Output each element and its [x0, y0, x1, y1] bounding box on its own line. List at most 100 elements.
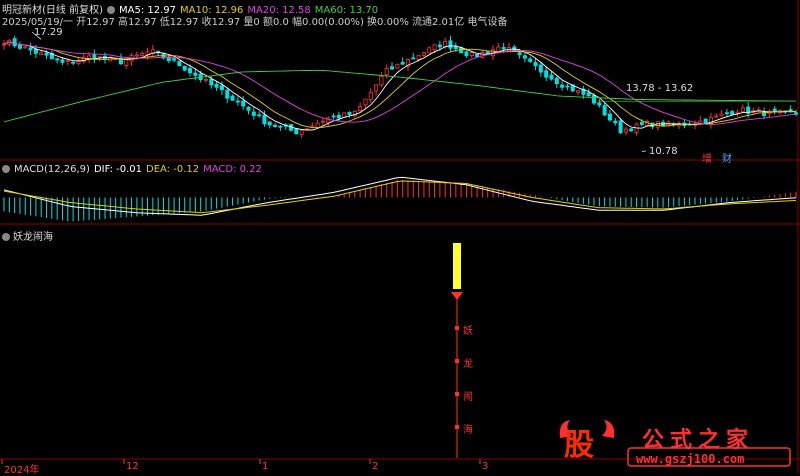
- macd-lines: [4, 177, 796, 215]
- stock-chart: [0, 0, 800, 473]
- candle-up: [146, 52, 149, 55]
- candle-down: [518, 53, 521, 55]
- dif-line: [4, 177, 796, 215]
- candle-up: [321, 121, 324, 122]
- ma60-line: [4, 70, 796, 122]
- candle-up: [741, 108, 744, 111]
- candle-down: [449, 41, 452, 48]
- macd-settings-icon[interactable]: [2, 165, 10, 173]
- x-label-2024: 2024年: [4, 461, 39, 476]
- candle-up: [40, 53, 43, 55]
- candle-down: [539, 65, 542, 72]
- candle-down: [587, 93, 590, 96]
- macd-dif: DIF: -0.01: [94, 164, 142, 175]
- x-label-3: 3: [482, 461, 488, 472]
- candle-up: [715, 116, 718, 117]
- x-label-2: 2: [372, 461, 378, 472]
- candle-up: [300, 131, 303, 135]
- candle-up: [624, 129, 627, 132]
- macd-histogram: [4, 180, 796, 222]
- macd-dea: DEA: -0.12: [146, 164, 199, 175]
- candle-down: [242, 101, 245, 106]
- yaolong-signal: [451, 243, 463, 458]
- candle-down: [412, 58, 415, 59]
- candle-up: [428, 48, 431, 53]
- candle-down: [56, 59, 59, 60]
- candle-down: [34, 50, 37, 54]
- candle-down: [29, 48, 32, 50]
- candle-down: [725, 113, 728, 114]
- candle-down: [401, 62, 404, 64]
- candle-up: [135, 55, 138, 56]
- candle-down: [236, 101, 239, 102]
- candle-up: [470, 53, 473, 56]
- candle-down: [332, 116, 335, 117]
- signal-dot: [455, 392, 459, 396]
- candle-down: [773, 109, 776, 111]
- candle-up: [2, 44, 5, 45]
- candle-down: [61, 60, 64, 63]
- candle-up: [417, 56, 420, 60]
- candle-down: [640, 122, 643, 124]
- candle-up: [311, 126, 314, 127]
- candle-down: [731, 112, 734, 115]
- candle-down: [529, 59, 532, 62]
- candle-down: [194, 73, 197, 75]
- watermark-gu: 股: [564, 420, 594, 464]
- candle-up: [141, 53, 144, 55]
- candle-up: [369, 92, 372, 99]
- macd-macd: MACD: 0.22: [203, 164, 262, 175]
- candle-down: [167, 57, 170, 60]
- candle-down: [172, 59, 175, 61]
- tag-zeng[interactable]: 增: [702, 150, 712, 165]
- candle-down: [268, 122, 271, 125]
- macd-name: MACD(12,26,9): [14, 164, 90, 175]
- candle-down: [183, 66, 186, 70]
- candle-up: [125, 60, 128, 66]
- candle-up: [380, 76, 383, 85]
- candle-down: [704, 119, 707, 123]
- candle-down: [72, 62, 75, 63]
- candle-down: [614, 121, 617, 123]
- signal-dot: [455, 359, 459, 363]
- candle-up: [720, 114, 723, 116]
- range-label: 13.78 - 13.62: [626, 83, 693, 94]
- watermark-title: 公式之家: [642, 422, 754, 454]
- watermark-url: www.gszj100.com: [636, 452, 744, 466]
- candle-up: [364, 99, 367, 105]
- candle-up: [24, 47, 27, 48]
- signal-char-3: 闹: [463, 388, 473, 403]
- candle-down: [555, 78, 558, 83]
- candle-down: [252, 112, 255, 115]
- candle-down: [619, 121, 622, 133]
- x-label-1: 1: [262, 461, 268, 472]
- candle-down: [475, 54, 478, 56]
- candle-down: [18, 45, 21, 48]
- candle-down: [348, 112, 351, 114]
- indicator-header: 妖龙闹海: [2, 228, 53, 243]
- high-label: 17.29: [34, 27, 63, 38]
- candle-up: [66, 60, 69, 61]
- candle-down: [188, 68, 191, 72]
- signal-dot: [455, 425, 459, 429]
- candle-down: [337, 115, 340, 118]
- candle-down: [258, 115, 261, 116]
- candle-up: [204, 79, 207, 80]
- candle-down: [561, 85, 564, 87]
- candle-up: [374, 85, 377, 91]
- candle-up: [385, 69, 388, 75]
- candle-up: [497, 47, 500, 52]
- candle-down: [465, 52, 468, 56]
- candle-down: [45, 53, 48, 55]
- candle-down: [279, 126, 282, 127]
- signal-char-1: 妖: [463, 322, 473, 337]
- candle-down: [608, 114, 611, 120]
- candle-down: [566, 86, 569, 87]
- low-label: 10.78: [649, 146, 678, 157]
- tag-cai[interactable]: 财: [722, 150, 732, 165]
- candle-up: [316, 123, 319, 128]
- candle-up: [481, 52, 484, 57]
- candle-down: [247, 107, 250, 110]
- candle-down: [220, 86, 223, 90]
- indicator-settings-icon[interactable]: [2, 233, 10, 241]
